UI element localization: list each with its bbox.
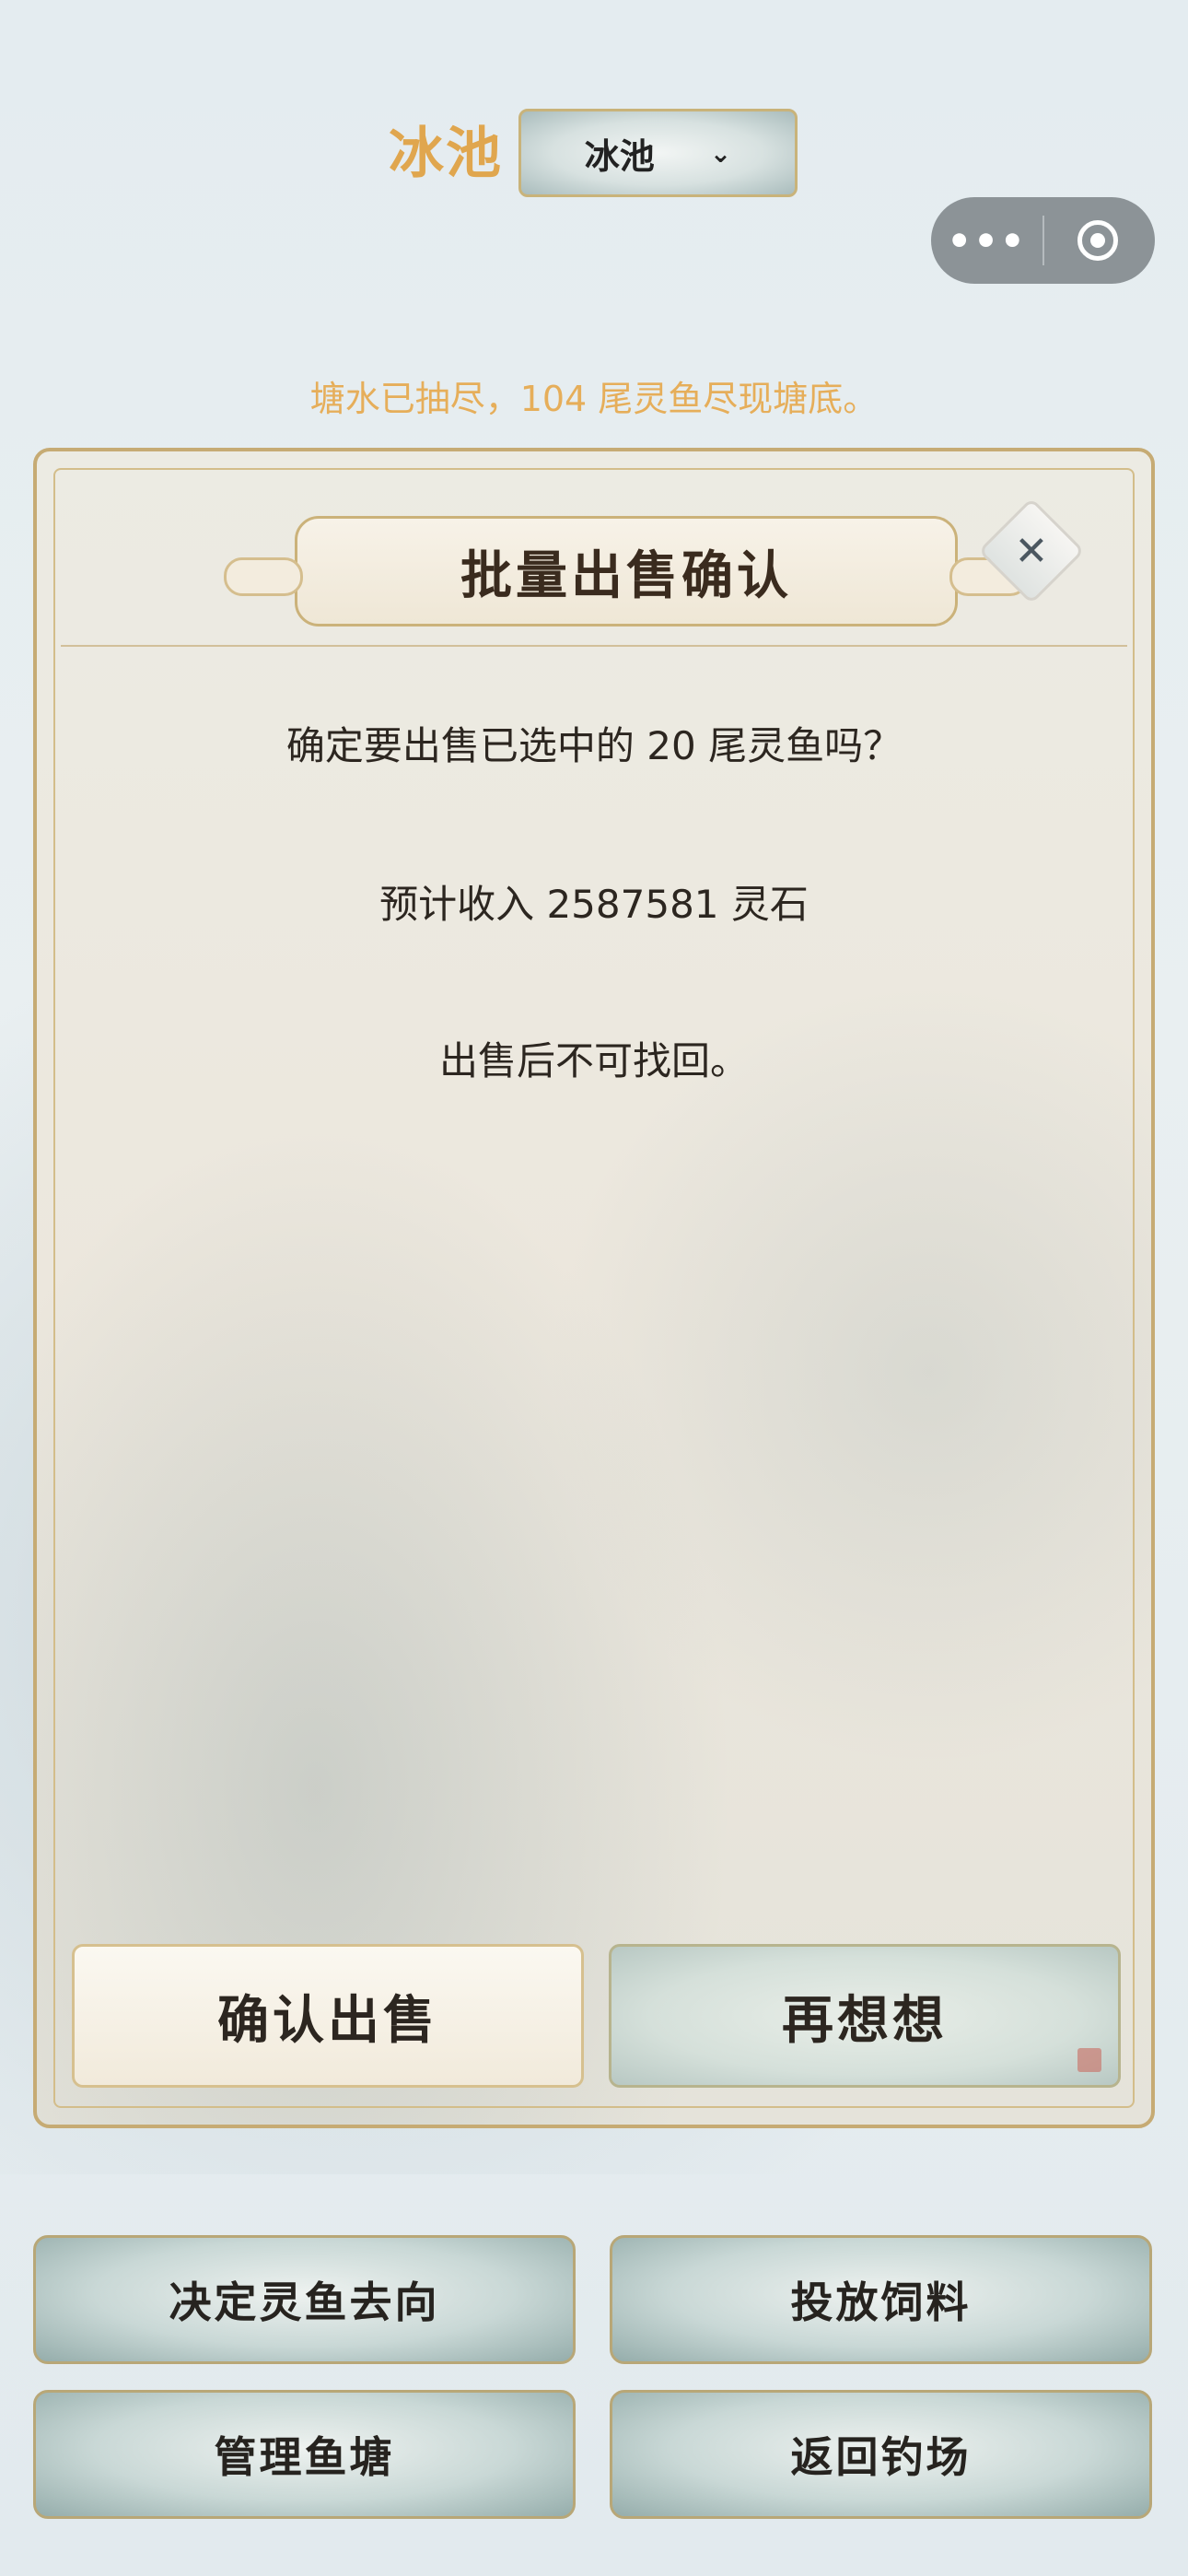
miniprogram-capsule: ••• xyxy=(931,197,1155,284)
confirm-sell-button[interactable]: 确认出售 xyxy=(72,1944,584,2088)
batch-sell-dialog: 批量出售确认 ✕ 确定要出售已选中的 20 尾灵鱼吗？ 预计收入 2587581… xyxy=(33,448,1155,2128)
dialog-inner-border xyxy=(53,468,1135,2108)
manage-pond-button[interactable]: 管理鱼塘 xyxy=(33,2390,576,2519)
reconsider-button[interactable]: 再想想 xyxy=(609,1944,1121,2088)
pool-label: 冰池 xyxy=(389,122,503,186)
close-icon: ✕ xyxy=(1014,527,1049,575)
back-to-fishing-button[interactable]: 返回钓场 xyxy=(610,2390,1152,2519)
more-options-icon[interactable]: ••• xyxy=(931,218,1042,263)
status-message: 塘水已抽尽，104 尾灵鱼尽现塘底。 xyxy=(309,379,879,419)
capsule-divider xyxy=(1042,216,1044,265)
expected-income: 预计收入 2587581 灵石 xyxy=(379,882,809,927)
pool-select[interactable]: 冰池 ⌄ xyxy=(518,109,798,197)
chevron-down-icon: ⌄ xyxy=(709,137,732,169)
reconsider-label: 再想想 xyxy=(782,1990,948,2051)
confirm-question: 确定要出售已选中的 20 尾灵鱼吗？ xyxy=(285,723,903,768)
pool-select-value: 冰池 xyxy=(584,135,655,177)
feed-button[interactable]: 投放饲料 xyxy=(610,2235,1152,2364)
dialog-title: 批量出售确认 xyxy=(224,516,1029,626)
seal-stamp-icon xyxy=(1077,2048,1101,2072)
title-divider xyxy=(61,645,1127,647)
irreversible-warning: 出售后不可找回。 xyxy=(438,1038,749,1083)
decide-fish-button[interactable]: 决定灵鱼去向 xyxy=(33,2235,576,2364)
close-miniprogram-icon[interactable] xyxy=(1077,220,1118,261)
